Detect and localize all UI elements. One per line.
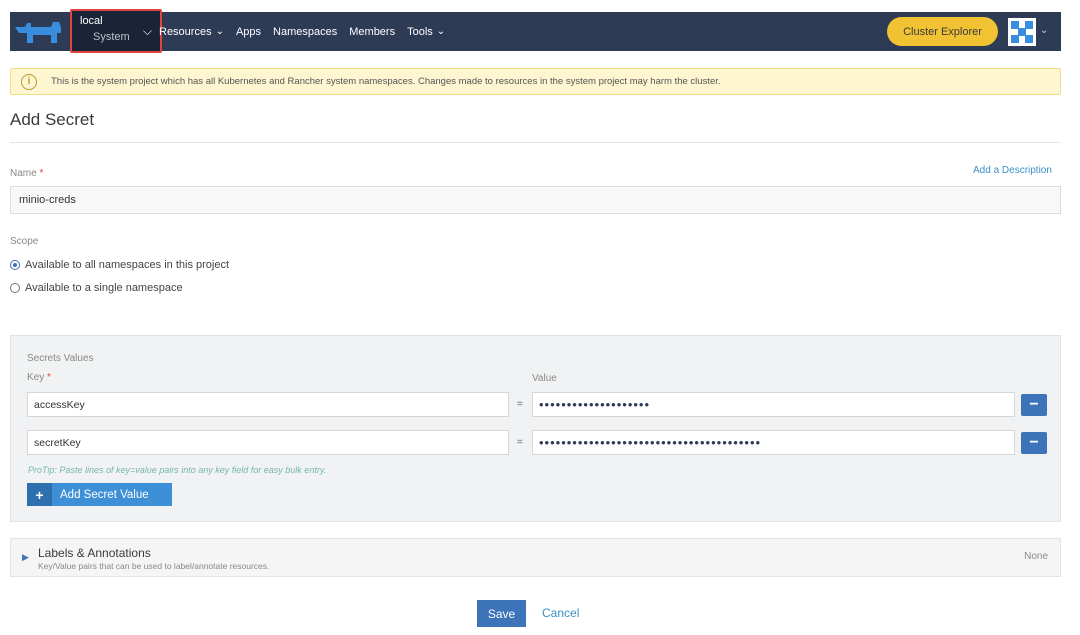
protip-text: ProTip: Paste lines of key=value pairs i… [28,465,327,475]
labels-status: None [1024,551,1048,562]
name-input[interactable]: minio-creds [10,186,1061,214]
nav-namespaces[interactable]: Namespaces [271,26,339,38]
scope-label: Scope [10,236,39,247]
secret-value-input[interactable]: •••••••••••••••••••••••••••••••••••••••• [532,430,1015,455]
add-secret-value-button[interactable]: + Add Secret Value [27,483,172,506]
nav-apps[interactable]: Apps [234,26,263,38]
plus-icon: + [27,483,52,506]
add-description-link[interactable]: Add a Description [973,165,1052,176]
main-nav: Resources ⌄ Apps Namespaces Members Tools… [157,12,455,51]
scope-option-single-namespace[interactable]: Available to a single namespace [10,282,183,294]
labels-annotations-section[interactable]: ▶ Labels & Annotations Key/Value pairs t… [10,538,1061,577]
radio-selected[interactable] [10,260,20,270]
cancel-button[interactable]: Cancel [542,606,579,620]
equals-sign: = [517,437,523,448]
name-label: Name * [10,168,44,179]
scope-option-all-namespaces[interactable]: Available to all namespaces in this proj… [10,259,229,271]
key-header: Key * [27,372,51,383]
value-header: Value [532,373,557,384]
chevron-down-icon: ⌄ [436,26,446,37]
cluster-name: local [80,15,103,27]
chevron-down-icon: ⌄ [215,26,224,37]
remove-secret-button[interactable]: − [1021,432,1047,454]
labels-subtitle: Key/Value pairs that can be used to labe… [38,561,270,571]
user-avatar-icon[interactable] [1008,18,1036,46]
divider [10,142,1061,143]
secret-key-input[interactable]: secretKey [27,430,509,455]
chevron-down-icon: ⌵ [142,24,152,38]
info-icon: i [21,73,37,90]
secret-value-input[interactable]: •••••••••••••••••••• [532,392,1015,417]
remove-secret-button[interactable]: − [1021,394,1047,416]
cluster-explorer-button[interactable]: Cluster Explorer [887,17,998,46]
expand-triangle-icon[interactable]: ▶ [22,552,29,563]
page-title: Add Secret [10,110,95,129]
project-name: System [93,31,130,43]
nav-tools[interactable]: Tools ⌄ [405,26,447,38]
cluster-project-switcher[interactable]: local System ⌵ [70,9,162,53]
secrets-values-label: Secrets Values [27,353,94,364]
rancher-logo[interactable] [13,19,63,45]
save-button[interactable]: Save [477,600,526,627]
chevron-down-icon[interactable]: ⌄ [1040,25,1048,36]
nav-members[interactable]: Members [347,26,397,38]
nav-resources[interactable]: Resources ⌄ [157,26,226,38]
top-navigation-bar: local System ⌵ Resources ⌄ Apps Namespace… [10,9,1061,53]
equals-sign: = [517,399,523,410]
radio-unselected[interactable] [10,283,20,293]
system-project-banner: i This is the system project which has a… [10,68,1061,95]
banner-text: This is the system project which has all… [51,76,721,87]
secrets-values-panel: Secrets Values Key * Value accessKey = •… [10,335,1061,522]
secret-key-input[interactable]: accessKey [27,392,509,417]
labels-title: Labels & Annotations [38,546,151,560]
